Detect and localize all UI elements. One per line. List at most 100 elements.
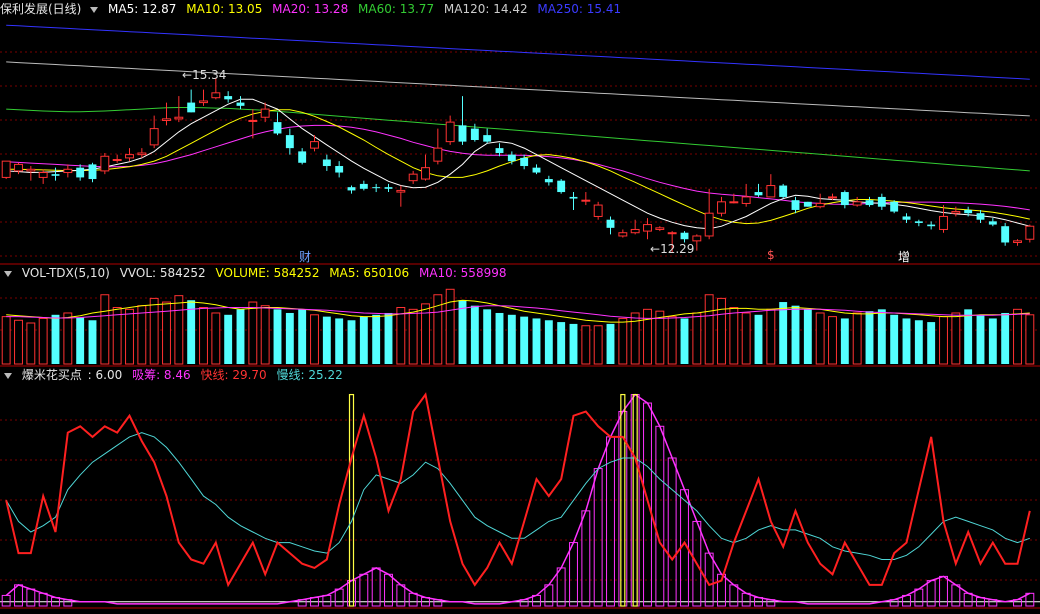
candle — [680, 232, 689, 240]
candle — [149, 128, 159, 146]
volume-bar — [766, 308, 776, 365]
candle — [137, 152, 147, 156]
xichou-bar — [396, 584, 406, 607]
dropdown-arrow-icon[interactable] — [4, 270, 12, 277]
xichou-bar — [408, 592, 418, 607]
xichou-bar — [729, 584, 739, 607]
ma5-legend: MA5: 12.87 — [108, 2, 177, 16]
dropdown-arrow-icon[interactable] — [90, 6, 99, 13]
candle — [939, 215, 948, 230]
volume-bar — [1, 316, 11, 365]
volume-bar — [927, 322, 936, 364]
xichou-bar — [359, 573, 369, 607]
volume-bar — [372, 314, 381, 364]
volume-bar — [667, 316, 677, 365]
candle — [14, 163, 23, 172]
volume-bar — [557, 322, 566, 364]
volume-bar — [38, 317, 48, 365]
candle — [606, 219, 615, 228]
candle — [754, 192, 763, 196]
xichou-legend: 吸筹: 8.46 — [132, 368, 191, 382]
kuaixian-line — [5, 392, 1031, 588]
ma5-line — [6, 98, 1030, 230]
dropdown-arrow-icon[interactable] — [4, 372, 12, 379]
candle — [951, 211, 961, 214]
volume-bar — [174, 295, 184, 365]
ma20-line — [6, 124, 1030, 211]
ma250-legend: MA250: 15.41 — [537, 2, 622, 16]
candle — [421, 167, 430, 180]
candle — [927, 224, 936, 227]
volume-bar — [939, 316, 948, 365]
candle — [840, 192, 849, 206]
candle — [162, 118, 171, 121]
stock-chart[interactable] — [0, 0, 1040, 614]
candle — [692, 235, 702, 242]
candle — [187, 102, 196, 113]
xichou-bar — [655, 425, 665, 607]
volume-bar — [335, 318, 344, 364]
candle — [285, 135, 294, 149]
volume-bar — [285, 312, 294, 364]
volume-bar — [606, 323, 615, 364]
candle — [964, 209, 973, 214]
volume-bar — [680, 318, 689, 364]
volume-bar — [779, 302, 788, 364]
volume-bar — [470, 305, 479, 364]
event-marker-increase[interactable]: 增 — [898, 248, 910, 265]
candle — [199, 100, 208, 104]
volume-bar — [359, 316, 368, 364]
volume-ma10-line — [6, 305, 1030, 319]
ma60-line — [6, 107, 1030, 172]
candle — [791, 200, 800, 210]
volume-bar — [852, 312, 862, 365]
volume-bar — [890, 314, 899, 364]
volume-bar — [964, 309, 973, 364]
volume-bar — [236, 309, 245, 364]
volume-bar — [976, 314, 985, 364]
stock-name[interactable]: 保利发展(日线) — [0, 2, 81, 16]
candle — [643, 224, 652, 232]
candle — [766, 185, 776, 198]
volume-bar — [26, 322, 36, 365]
xichou-bar — [1, 594, 11, 607]
candle — [445, 121, 455, 143]
candle — [803, 201, 812, 207]
volume-bar — [273, 309, 282, 364]
candle — [581, 199, 591, 202]
indicator-name[interactable]: 爆米花买点 — [22, 368, 82, 382]
volume-bar — [14, 319, 23, 365]
volume-bar — [347, 320, 356, 364]
xichou-bar — [569, 542, 578, 607]
volume-bar — [137, 305, 147, 365]
volume-bar — [532, 318, 541, 364]
volume-bar — [408, 308, 418, 365]
volume-bar — [803, 309, 812, 364]
ma20-legend: MA20: 13.28 — [272, 2, 349, 16]
candle — [852, 201, 862, 206]
volume-bar — [298, 309, 307, 364]
volume-bar — [729, 307, 739, 365]
candle — [741, 196, 751, 204]
candle — [112, 159, 122, 162]
candle — [335, 166, 344, 173]
volume-bar — [791, 305, 800, 364]
volume-bar — [458, 300, 467, 364]
candle — [224, 96, 233, 100]
candle — [396, 189, 406, 193]
candle — [532, 167, 541, 173]
candle — [88, 164, 97, 180]
candle — [51, 174, 60, 176]
event-marker-finance[interactable]: 财 — [299, 248, 311, 265]
xichou-bar — [371, 567, 381, 607]
event-marker-dividend[interactable]: $ — [767, 248, 775, 262]
volume-indicator-name[interactable]: VOL-TDX(5,10) — [22, 266, 110, 280]
volume-bar — [544, 320, 553, 364]
candle — [717, 201, 726, 214]
volume-bar — [384, 312, 393, 364]
volume-bar — [520, 316, 529, 364]
candle — [26, 168, 36, 172]
volume-bar — [112, 307, 122, 365]
volume-bar — [76, 317, 85, 364]
volume-bar — [877, 309, 886, 364]
